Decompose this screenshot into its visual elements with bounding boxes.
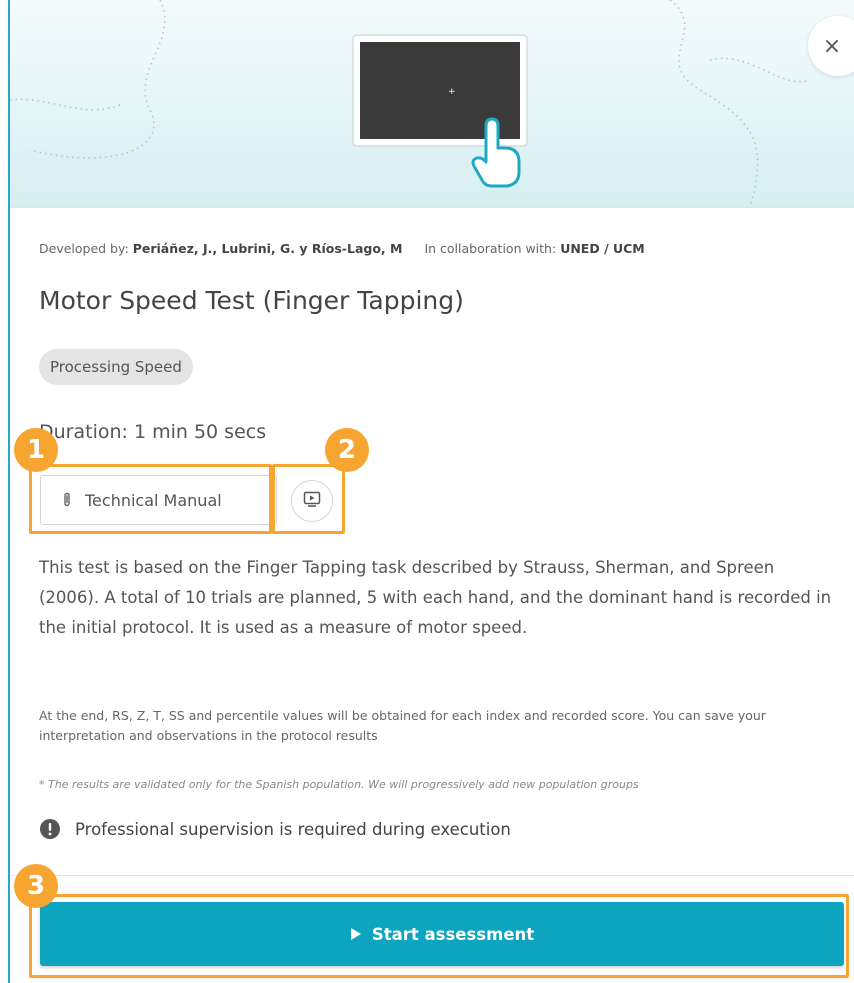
test-title: Motor Speed Test (Finger Tapping)	[39, 286, 464, 315]
info-icon	[39, 818, 61, 840]
collaborators: UNED / UCM	[560, 241, 645, 256]
collaboration-label: In collaboration with:	[424, 241, 557, 256]
technical-manual-label: Technical Manual	[85, 490, 222, 510]
start-assessment-button[interactable]: Start assessment	[40, 902, 844, 966]
credits: Developed by: Periáñez, J., Lubrini, G. …	[39, 241, 645, 256]
developed-by-label: Developed by:	[39, 241, 129, 256]
video-button[interactable]	[291, 480, 333, 522]
callout-badge-2: 2	[325, 428, 369, 472]
callout-badge-1: 1	[14, 428, 58, 472]
test-detail-modal: + × Developed by: Periáñez, J., Lubrini,…	[8, 0, 854, 983]
test-description: This test is based on the Finger Tapping…	[39, 558, 832, 637]
developers: Periáñez, J., Lubrini, G. y Ríos-Lago, M	[132, 241, 403, 256]
start-assessment-label: Start assessment	[371, 924, 535, 944]
supervision-warning: Professional supervision is required dur…	[39, 818, 511, 840]
play-icon	[350, 927, 362, 941]
paperclip-icon	[61, 492, 73, 508]
population-note: * The results are validated only for the…	[39, 778, 639, 791]
hero-banner: + ×	[10, 0, 854, 208]
video-play-icon	[303, 491, 321, 511]
technical-manual-button[interactable]: Technical Manual	[40, 475, 277, 525]
tablet-illustration: +	[352, 34, 528, 188]
svg-text:+: +	[448, 87, 456, 97]
close-icon: ×	[822, 33, 842, 59]
results-info: At the end, RS, Z, T, SS and percentile …	[39, 708, 766, 743]
duration: Duration: 1 min 50 secs	[39, 421, 267, 443]
category-tag: Processing Speed	[39, 349, 193, 385]
footer-divider	[10, 875, 854, 876]
supervision-text: Professional supervision is required dur…	[75, 819, 511, 839]
callout-badge-3: 3	[14, 864, 58, 908]
